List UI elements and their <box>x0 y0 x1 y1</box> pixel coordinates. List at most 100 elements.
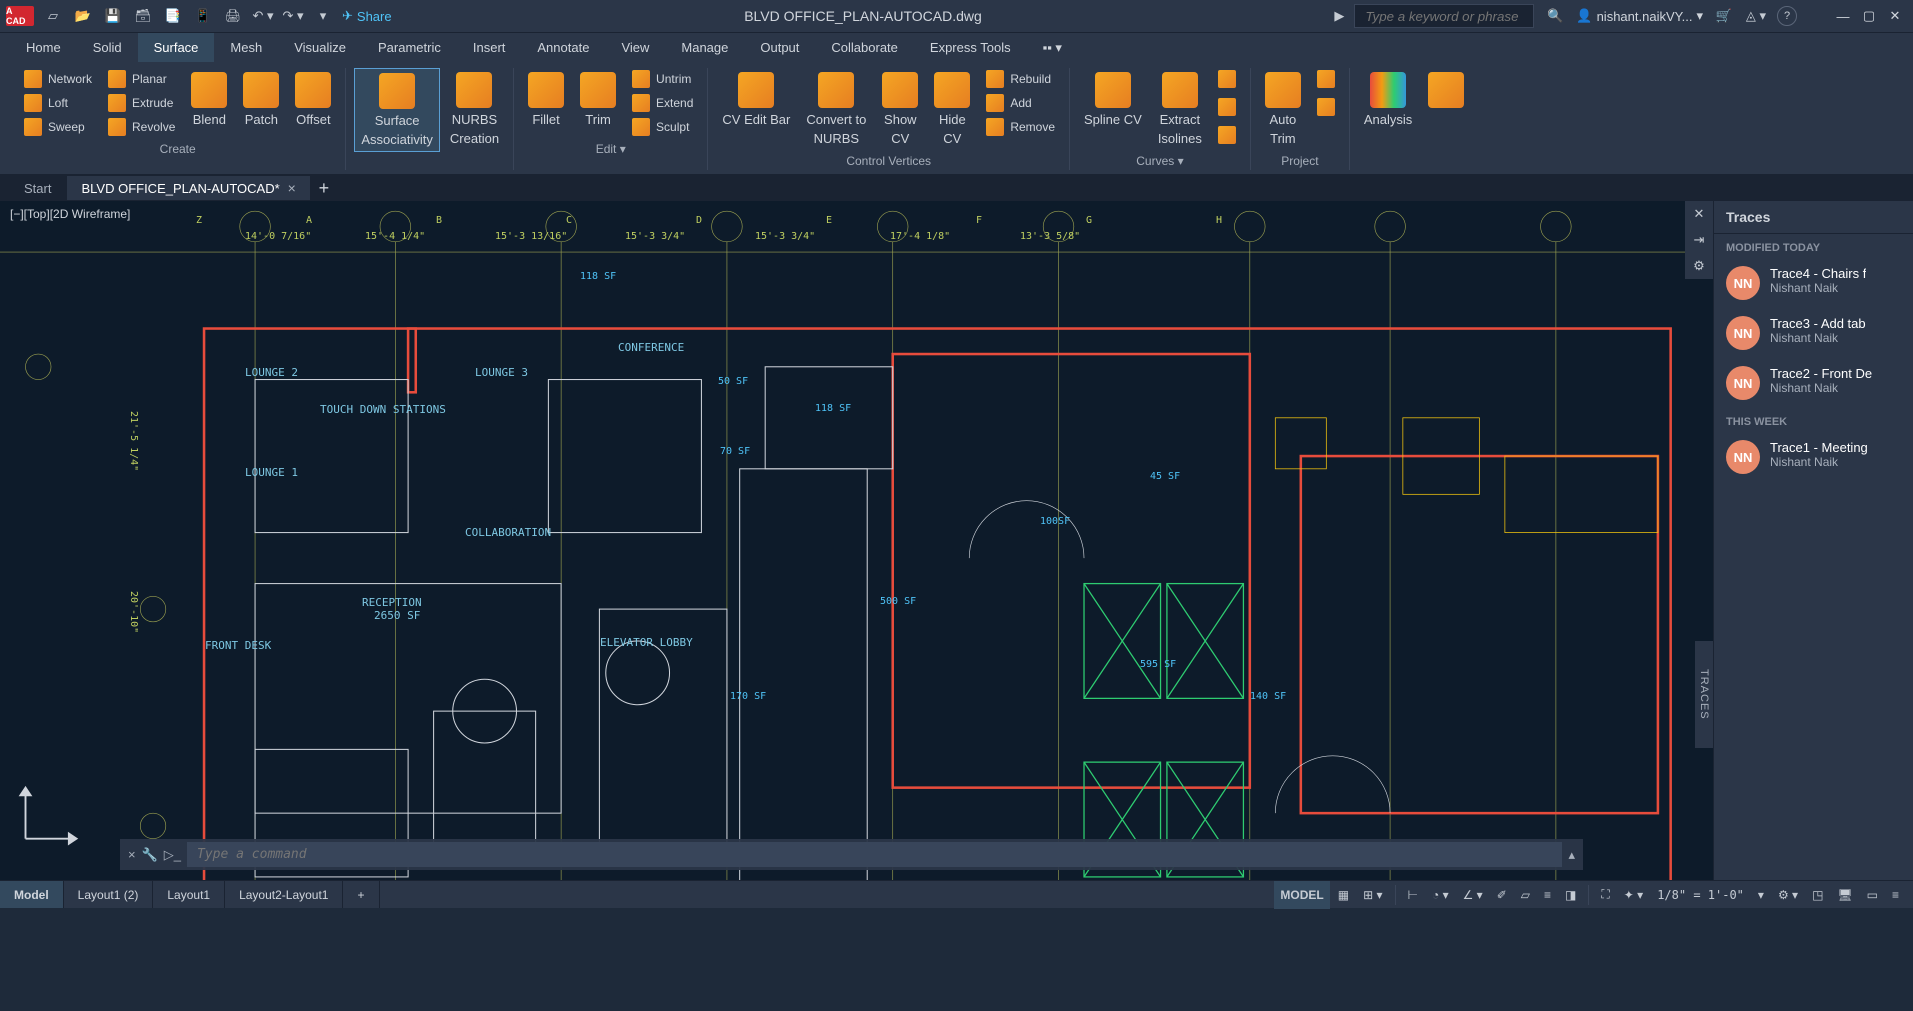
share-button[interactable]: ✈Share <box>342 8 392 24</box>
new-icon[interactable]: ▱ <box>42 5 64 27</box>
rebuild-button[interactable]: Rebuild <box>980 68 1061 90</box>
extract-iso-button[interactable]: ExtractIsolines <box>1152 68 1208 150</box>
sweep-button[interactable]: Sweep <box>18 116 98 138</box>
clean-icon[interactable]: ▭ <box>1861 881 1884 909</box>
curve-b-button[interactable] <box>1212 96 1242 118</box>
redo-icon[interactable]: ↷ ▾ <box>282 5 304 27</box>
menu-parametric[interactable]: Parametric <box>362 33 457 62</box>
panel-settings-icon[interactable]: ⚙ <box>1685 253 1713 279</box>
loft-button[interactable]: Loft <box>18 92 98 114</box>
selection-icon[interactable]: ⛶ <box>1595 881 1615 909</box>
play-icon[interactable]: ▶ <box>1334 8 1344 24</box>
planar-button[interactable]: Planar <box>102 68 181 90</box>
menu-visualize[interactable]: Visualize <box>278 33 362 62</box>
hardware-icon[interactable]: 🖥 <box>1831 881 1858 909</box>
transparency-icon[interactable]: ◨ <box>1559 881 1582 909</box>
ortho-icon[interactable]: ⊢ <box>1402 881 1424 909</box>
open-icon[interactable]: 📂 <box>72 5 94 27</box>
view-label[interactable]: [−][Top][2D Wireframe] <box>10 207 130 221</box>
iso-icon[interactable]: ∠ ▾ <box>1457 881 1489 909</box>
close-button[interactable]: ✕ <box>1883 6 1907 26</box>
add-layout-button[interactable]: + <box>343 881 379 908</box>
minimize-button[interactable]: — <box>1831 6 1855 26</box>
command-input[interactable] <box>187 842 1562 867</box>
panel-close-icon[interactable]: ✕ <box>1685 201 1713 227</box>
menu-insert[interactable]: Insert <box>457 33 522 62</box>
menu-output[interactable]: Output <box>744 33 815 62</box>
nurbs-creation-button[interactable]: NURBSCreation <box>444 68 505 150</box>
lineweight-icon[interactable]: ≡ <box>1538 881 1557 909</box>
patch-button[interactable]: Patch <box>237 68 285 131</box>
start-tab[interactable]: Start <box>10 177 65 200</box>
help-icon[interactable]: ? <box>1777 6 1797 26</box>
snap-icon[interactable]: ⊞ ▾ <box>1357 881 1388 909</box>
show-cv-button[interactable]: ShowCV <box>876 68 924 150</box>
customize-icon[interactable]: ≡ <box>1886 881 1905 909</box>
network-button[interactable]: Network <box>18 68 98 90</box>
menu-apps[interactable]: ▪▪ ▾ <box>1027 33 1078 62</box>
revolve-button[interactable]: Revolve <box>102 116 181 138</box>
analysis2-button[interactable] <box>1422 68 1470 112</box>
blend-button[interactable]: Blend <box>185 68 233 131</box>
remove-button[interactable]: Remove <box>980 116 1061 138</box>
saveall-icon[interactable]: 🗃 <box>132 5 154 27</box>
model-paper-toggle[interactable]: MODEL <box>1274 881 1329 909</box>
extend-button[interactable]: Extend <box>626 92 699 114</box>
layout-tab[interactable]: Layout1 <box>153 881 225 908</box>
traces-tab[interactable]: TRACES <box>1695 641 1713 748</box>
app-switcher-icon[interactable]: ◬ ▾ <box>1745 5 1767 27</box>
trace-item[interactable]: NNTrace2 - Front DeNishant Naik <box>1714 358 1913 408</box>
save-icon[interactable]: 💾 <box>102 5 124 27</box>
panel-dock-icon[interactable]: ⇥ <box>1685 227 1713 253</box>
untrim-button[interactable]: Untrim <box>626 68 699 90</box>
polar-icon[interactable]: ◔ ▾ <box>1426 881 1455 909</box>
search-input[interactable] <box>1354 4 1534 28</box>
hide-cv-button[interactable]: HideCV <box>928 68 976 150</box>
fillet-button[interactable]: Fillet <box>522 68 570 131</box>
maximize-button[interactable]: ▢ <box>1857 6 1881 26</box>
osnap-icon[interactable]: ✐ <box>1491 881 1513 909</box>
trace-item[interactable]: NNTrace1 - MeetingNishant Naik <box>1714 432 1913 482</box>
convert-nurbs-button[interactable]: Convert toNURBS <box>800 68 872 150</box>
print-icon[interactable]: 🖨 <box>222 5 244 27</box>
trace-item[interactable]: NNTrace4 - Chairs fNishant Naik <box>1714 258 1913 308</box>
qat-dropdown-icon[interactable]: ▾ <box>312 5 334 27</box>
proj-b-button[interactable] <box>1311 96 1341 118</box>
layout-tab[interactable]: Layout1 (2) <box>64 881 154 908</box>
cart-icon[interactable]: 🛒 <box>1713 5 1735 27</box>
sculpt-button[interactable]: Sculpt <box>626 116 699 138</box>
grid-icon[interactable]: ▦ <box>1332 881 1355 909</box>
group-label[interactable]: Curves ▾ <box>1136 154 1183 170</box>
group-label[interactable]: Edit ▾ <box>596 142 626 158</box>
curve-c-button[interactable] <box>1212 124 1242 146</box>
trace-item[interactable]: NNTrace3 - Add tabNishant Naik <box>1714 308 1913 358</box>
auto-trim-button[interactable]: AutoTrim <box>1259 68 1307 150</box>
menu-express tools[interactable]: Express Tools <box>914 33 1027 62</box>
menu-collaborate[interactable]: Collaborate <box>815 33 914 62</box>
trim-button[interactable]: Trim <box>574 68 622 131</box>
menu-manage[interactable]: Manage <box>665 33 744 62</box>
cmd-close-icon[interactable]: × <box>128 847 136 862</box>
analysis-button[interactable]: Analysis <box>1358 68 1418 131</box>
active-doc-tab[interactable]: BLVD OFFICE_PLAN-AUTOCAD* × <box>67 176 309 200</box>
drawing-canvas[interactable]: [−][Top][2D Wireframe] <box>0 201 1913 880</box>
gizmo-icon[interactable]: ✦ ▾ <box>1618 881 1649 909</box>
mobile-icon[interactable]: 📱 <box>192 5 214 27</box>
user-button[interactable]: 👤 nishant.naikVY... ▾ <box>1576 8 1703 24</box>
undo-icon[interactable]: ↶ ▾ <box>252 5 274 27</box>
cmd-arrow-icon[interactable]: ▴ <box>1568 847 1575 863</box>
wrench-icon[interactable]: 🔧 <box>142 847 158 863</box>
add-button[interactable]: Add <box>980 92 1061 114</box>
menu-home[interactable]: Home <box>10 33 77 62</box>
surface-assoc-button[interactable]: SurfaceAssociativity <box>354 68 440 152</box>
isolate-icon[interactable]: ◳ <box>1806 881 1829 909</box>
saveas-icon[interactable]: 📑 <box>162 5 184 27</box>
menu-solid[interactable]: Solid <box>77 33 138 62</box>
offset-button[interactable]: Offset <box>289 68 337 131</box>
cv-editbar-button[interactable]: CV Edit Bar <box>716 68 796 131</box>
spline-cv-button[interactable]: Spline CV <box>1078 68 1148 131</box>
app-logo[interactable]: A CAD <box>6 6 34 26</box>
menu-surface[interactable]: Surface <box>138 33 215 62</box>
curve-a-button[interactable] <box>1212 68 1242 90</box>
close-tab-icon[interactable]: × <box>288 180 296 196</box>
